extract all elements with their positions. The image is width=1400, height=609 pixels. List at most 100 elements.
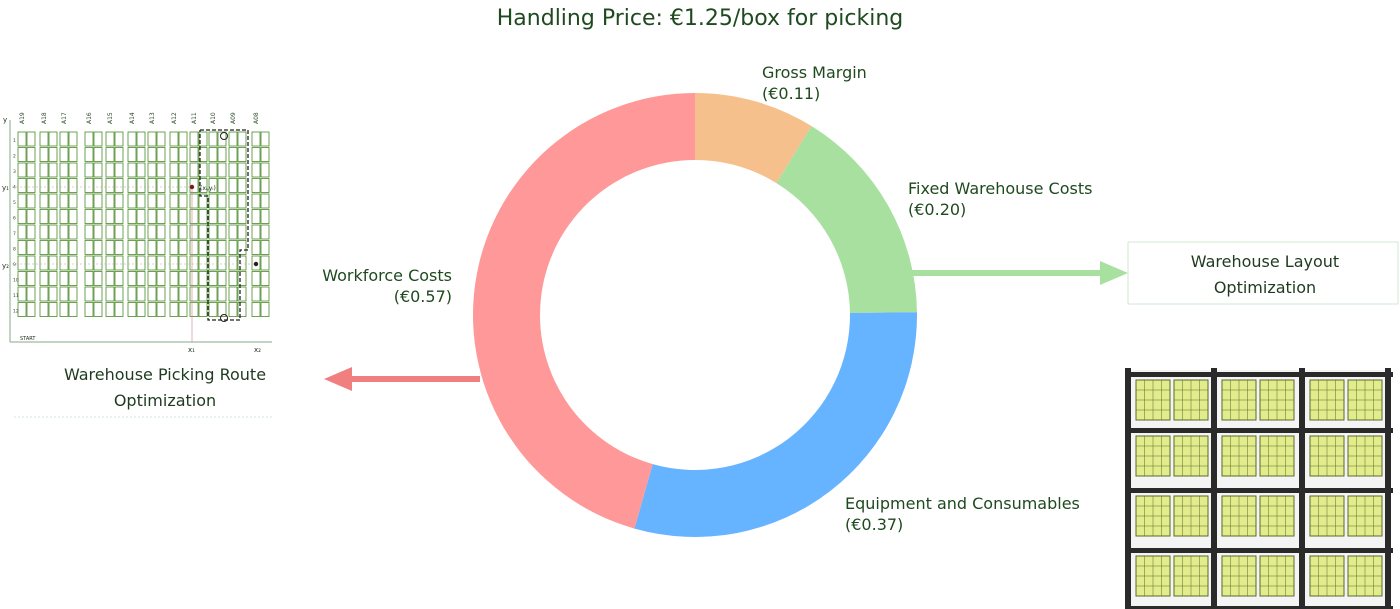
rack-cell	[237, 240, 247, 255]
row-label: 2	[13, 154, 16, 160]
aisle-label: A17	[61, 112, 68, 124]
route-axis-y-label: y	[3, 116, 7, 124]
rack-cell	[59, 193, 69, 209]
label-equipment-consumables-name: Equipment and Consumables	[845, 494, 1080, 513]
rack-cell	[17, 131, 27, 147]
row-label: 5	[13, 200, 16, 206]
rack-cell	[84, 240, 94, 255]
rack-cell	[251, 224, 261, 240]
rack-cell	[93, 271, 103, 286]
route-marker	[220, 132, 228, 140]
label-equipment-consumables-value: (€0.37)	[845, 515, 904, 534]
rack-cell	[93, 209, 103, 224]
donut-slices	[472, 93, 917, 537]
label-workforce-costs: Workforce Costs (€0.57)	[290, 265, 452, 307]
label-equipment-consumables: Equipment and Consumables (€0.37)	[845, 493, 1080, 535]
rack-cell	[198, 255, 208, 271]
rack-cell	[260, 302, 270, 317]
warehouse-rack-image	[1125, 368, 1393, 609]
picking-route-line2: Optimization	[113, 391, 217, 410]
rack-cell	[228, 131, 238, 147]
rack-cell	[260, 224, 270, 240]
rack-cell	[198, 286, 208, 302]
aisle-label: A18	[41, 112, 48, 124]
rack-cell	[127, 131, 137, 147]
label-fixed-warehouse-costs: Fixed Warehouse Costs (€0.20)	[908, 178, 1092, 220]
rack-cell	[105, 302, 115, 317]
rack-cell	[68, 162, 78, 178]
rack-cell	[189, 224, 199, 240]
rack-cell	[178, 255, 188, 271]
rack-cell	[127, 240, 137, 255]
rack-cell	[17, 193, 27, 209]
rack-cell	[251, 209, 261, 224]
rack-cell	[228, 302, 238, 317]
rack-cell	[237, 224, 247, 240]
rack-cell	[147, 162, 157, 178]
rack-cell	[68, 147, 78, 162]
rack-cell	[84, 209, 94, 224]
rack-cell	[136, 193, 146, 209]
rack-cell	[93, 193, 103, 209]
label-workforce-costs-value: (€0.57)	[393, 287, 452, 306]
rack-cell	[169, 147, 179, 162]
picking-route-diagram: A19 A18 A17 A16 A15 A14 A13 A12 A11 A10 A09 A081234…	[2, 112, 272, 354]
row-label: 11	[13, 293, 19, 299]
rack-cell	[189, 240, 199, 255]
rack-cell	[251, 302, 261, 317]
rack-cell	[260, 271, 270, 286]
rack-cell	[93, 224, 103, 240]
rack-cell	[208, 162, 218, 178]
rack-cell	[136, 286, 146, 302]
rack-cell	[228, 224, 238, 240]
rack-cell	[260, 286, 270, 302]
slice-fixed-warehouse-costs	[776, 126, 917, 314]
rack-cell	[114, 131, 124, 147]
rack-cell	[68, 131, 78, 147]
rack-cell	[147, 240, 157, 255]
rack-cell	[217, 240, 227, 255]
rack-cell	[59, 240, 69, 255]
rack-cell	[59, 147, 69, 162]
rack-cell	[26, 255, 36, 271]
rack-cell	[251, 131, 261, 147]
route-x2-label: x₂	[254, 346, 261, 354]
rack-cell	[136, 178, 146, 193]
rack-cell	[105, 178, 115, 193]
rack-cell	[84, 162, 94, 178]
rack-cell	[68, 271, 78, 286]
rack-cell	[198, 271, 208, 286]
rack-cell	[84, 147, 94, 162]
rack-cell	[208, 131, 218, 147]
rack-cell	[68, 240, 78, 255]
rack-cell	[228, 147, 238, 162]
rack-cell	[93, 302, 103, 317]
rack-cell	[114, 209, 124, 224]
rack-cell	[127, 178, 137, 193]
rack-cell	[228, 240, 238, 255]
rack-cell	[127, 286, 137, 302]
rack-cell	[26, 131, 36, 147]
rack-cell	[17, 209, 27, 224]
rack-cell	[105, 147, 115, 162]
aisle-label: A12	[171, 112, 178, 124]
rack-cell	[59, 302, 69, 317]
rack-cell	[59, 224, 69, 240]
label-gross-margin-value: (€0.11)	[762, 84, 821, 103]
aisle-label: A13	[149, 112, 156, 124]
rack-cell	[251, 147, 261, 162]
rack-cell	[48, 286, 58, 302]
rack-cell	[48, 131, 58, 147]
picking-route-line1: Warehouse Picking Route	[63, 365, 267, 384]
rack-cell	[156, 209, 166, 224]
aisle-label: A09	[230, 112, 237, 124]
rack-cell	[105, 286, 115, 302]
rack-cell	[136, 255, 146, 271]
rack-cell	[17, 224, 27, 240]
rack-cell	[147, 193, 157, 209]
rack-cell	[93, 147, 103, 162]
label-fixed-warehouse-costs-name: Fixed Warehouse Costs	[908, 179, 1093, 198]
rack-cell	[217, 255, 227, 271]
rack-cell	[156, 224, 166, 240]
rack-cell	[105, 193, 115, 209]
